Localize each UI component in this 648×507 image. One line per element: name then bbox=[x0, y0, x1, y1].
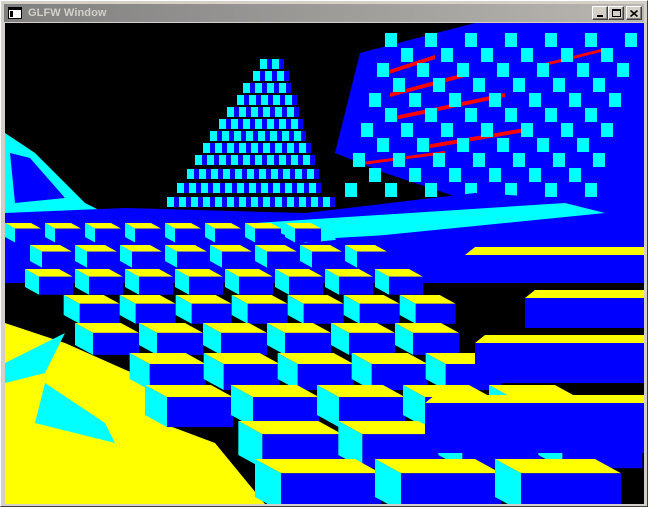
minimize-icon bbox=[597, 14, 603, 17]
maximize-icon bbox=[611, 9, 621, 17]
minimize-button[interactable] bbox=[592, 6, 608, 20]
voxel-terrain-render bbox=[5, 23, 644, 504]
maximize-button[interactable] bbox=[608, 6, 624, 20]
glfw-window: GLFW Window bbox=[0, 0, 648, 507]
title-bar[interactable]: GLFW Window bbox=[4, 4, 644, 22]
close-button[interactable] bbox=[626, 6, 642, 20]
close-icon bbox=[630, 9, 638, 17]
window-title: GLFW Window bbox=[28, 7, 107, 19]
app-window-icon[interactable] bbox=[7, 6, 23, 20]
window-controls bbox=[592, 6, 642, 20]
render-viewport[interactable] bbox=[5, 23, 644, 504]
